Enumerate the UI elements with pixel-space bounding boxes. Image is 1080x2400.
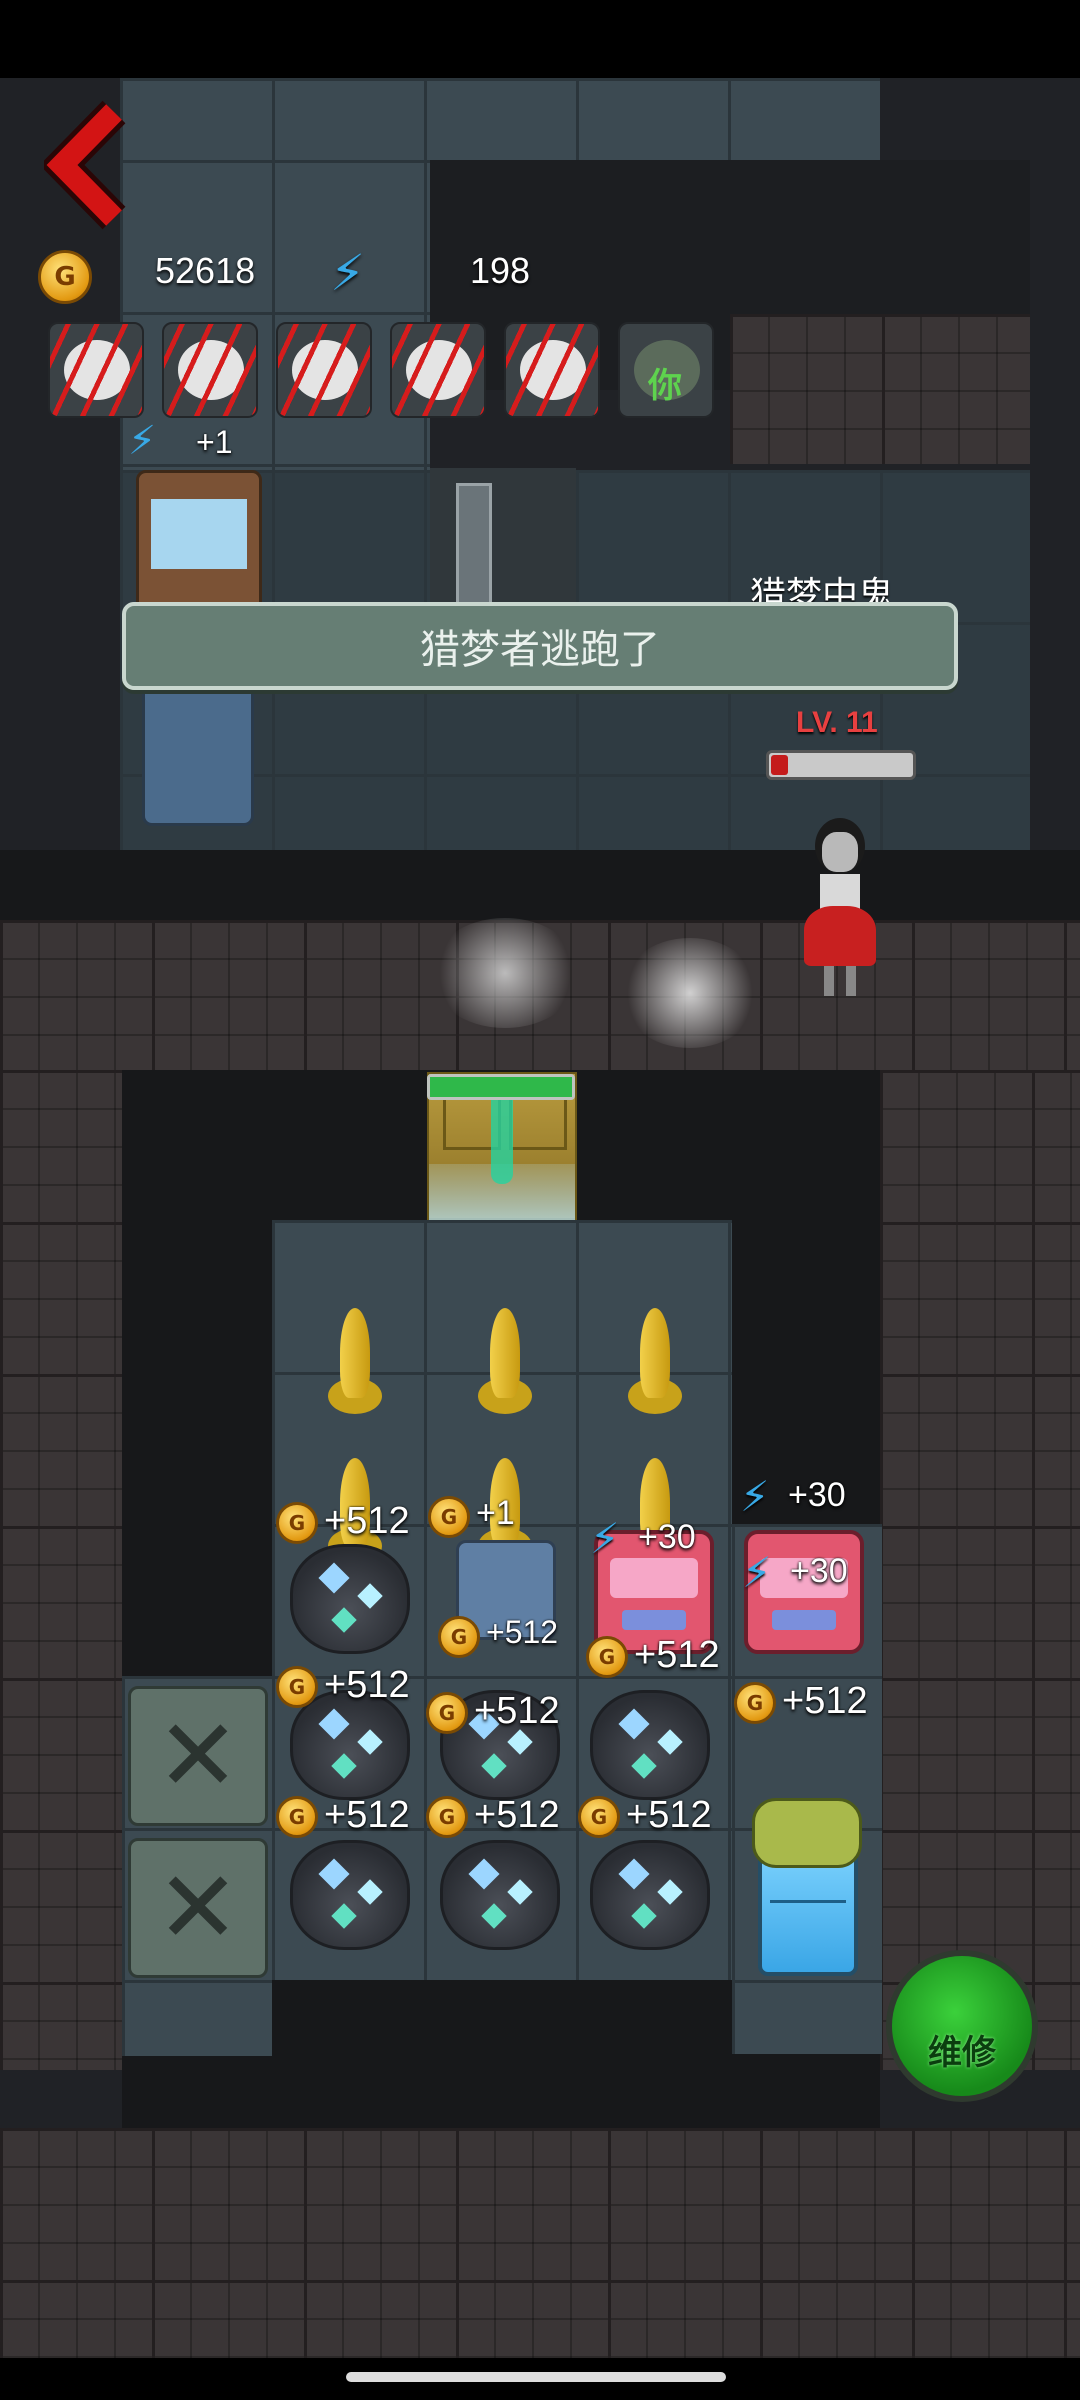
bed[interactable] xyxy=(752,1798,862,1868)
status-text: 猎梦中鬼 xyxy=(750,575,895,602)
lightning-icon: ⚡ xyxy=(330,244,366,302)
toast-message: 猎梦者逃跑了 xyxy=(122,602,958,690)
reward-amount: +512 xyxy=(474,1690,560,1732)
tools-icon: ✕ xyxy=(156,1697,240,1814)
turret[interactable] xyxy=(318,1308,392,1418)
claw-scratch-icon xyxy=(50,324,142,416)
hunter-avatar[interactable] xyxy=(504,322,600,418)
reward-amount: +512 xyxy=(324,1500,410,1542)
hunter-avatar[interactable] xyxy=(276,322,372,418)
turret[interactable] xyxy=(468,1308,542,1418)
reward-amount: +30 xyxy=(788,1476,846,1514)
wall-left xyxy=(0,1070,122,2070)
coin-icon: G xyxy=(586,1636,628,1678)
claw-scratch-icon xyxy=(506,324,598,416)
reward-amount: +512 xyxy=(634,1634,720,1676)
wall-right-top xyxy=(730,314,1030,464)
turret[interactable] xyxy=(618,1308,692,1418)
status-bar xyxy=(0,0,1080,78)
lightning-icon: ⚡ xyxy=(742,1548,772,1597)
coin-icon: G xyxy=(426,1692,468,1734)
ghost-girl-character[interactable] xyxy=(790,818,890,1008)
energy-gain-label: +1 xyxy=(196,424,233,460)
hunter-list: 你 xyxy=(48,322,720,418)
repair-button-label: 维修 xyxy=(928,2033,996,2073)
floor-top xyxy=(120,78,880,160)
repair-kit[interactable]: ✕ xyxy=(128,1686,268,1826)
coin-count: 52618 xyxy=(155,250,256,291)
bed-top-left[interactable] xyxy=(142,676,254,826)
door-hp-fill xyxy=(430,1077,572,1097)
smoke-effect xyxy=(430,918,580,1028)
coin-icon: G xyxy=(426,1796,468,1838)
lightning-icon: ⚡ xyxy=(128,418,157,464)
reward-amount: +512 xyxy=(486,1614,559,1650)
back-button[interactable] xyxy=(39,100,134,230)
door-hp-bar xyxy=(427,1074,575,1100)
coin-icon: G xyxy=(276,1796,318,1838)
home-indicator[interactable] xyxy=(346,2372,726,2382)
coin-icon: G xyxy=(734,1682,776,1724)
reward-amount: +512 xyxy=(324,1664,410,1706)
hunter-avatar[interactable] xyxy=(48,322,144,418)
hunter-avatar[interactable] xyxy=(390,322,486,418)
crystal-ore[interactable] xyxy=(590,1690,710,1800)
reward-amount: +1 xyxy=(476,1494,515,1532)
reward-amount: +30 xyxy=(638,1518,696,1556)
reward-amount: +512 xyxy=(474,1794,560,1836)
reward-amount: +30 xyxy=(790,1552,848,1590)
door-dark xyxy=(430,468,576,608)
self-marker: 你 xyxy=(648,366,682,406)
claw-scratch-icon xyxy=(278,324,370,416)
enemy-level: LV. 11 xyxy=(796,706,878,739)
claw-scratch-icon xyxy=(164,324,256,416)
coin-icon: G xyxy=(438,1616,480,1658)
crystal-ore[interactable] xyxy=(440,1840,560,1950)
crystal-ore[interactable] xyxy=(290,1840,410,1950)
tools-icon: ✕ xyxy=(156,1849,240,1966)
reward-amount: +512 xyxy=(324,1794,410,1836)
wall-right xyxy=(880,1070,1080,2070)
wall-bottom xyxy=(0,2128,1080,2358)
energy-count: 198 xyxy=(470,250,531,291)
chevron-left-icon xyxy=(39,100,126,230)
crystal-ore[interactable] xyxy=(290,1544,410,1654)
repair-kit[interactable]: ✕ xyxy=(128,1838,268,1978)
enemy-hp-bar xyxy=(766,750,916,780)
door-handle-icon xyxy=(456,483,492,609)
coin-icon: G xyxy=(276,1666,318,1708)
coin-icon: G xyxy=(276,1502,318,1544)
lightning-icon: ⚡ xyxy=(740,1472,770,1521)
claw-scratch-icon xyxy=(392,324,484,416)
smoke-effect xyxy=(620,938,760,1048)
coin-icon: G xyxy=(428,1496,470,1538)
reward-amount: +512 xyxy=(626,1794,712,1836)
reward-amount: +512 xyxy=(782,1680,868,1722)
lightning-icon: ⚡ xyxy=(590,1514,620,1563)
coin-icon: G xyxy=(578,1796,620,1838)
repair-button[interactable]: 维修 xyxy=(886,1950,1038,2102)
hunter-avatar-self[interactable]: 你 xyxy=(618,322,714,418)
enemy-hp-fill xyxy=(771,755,788,775)
coin-icon: G xyxy=(38,250,92,304)
hunter-avatar[interactable] xyxy=(162,322,258,418)
crystal-ore[interactable] xyxy=(590,1840,710,1950)
